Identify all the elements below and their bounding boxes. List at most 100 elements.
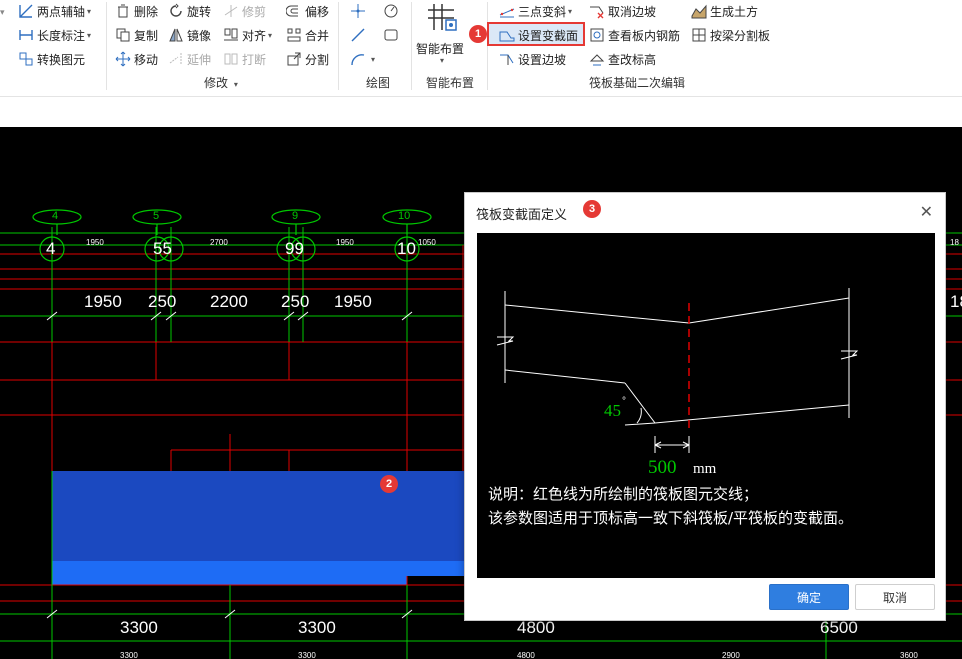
draw-rectangle-button[interactable]	[383, 25, 402, 45]
trim-button[interactable]: 修剪	[223, 1, 266, 21]
view-rebar-icon	[589, 27, 605, 43]
offset-icon	[286, 3, 302, 19]
dimension-text: 6500	[820, 618, 858, 637]
raft-slab-area	[52, 471, 467, 561]
cancel-slope-icon	[589, 3, 605, 19]
arc-icon	[350, 51, 366, 67]
smart-layout-label: 智能布置	[416, 42, 465, 56]
cancel-slope-button[interactable]: 取消边坡	[589, 1, 656, 21]
divider	[487, 2, 488, 90]
three-point-slope-button[interactable]: 三点变斜 ▾	[499, 1, 572, 21]
chevron-down-icon: ▾	[268, 30, 273, 40]
divider	[106, 2, 107, 90]
break-label: 打断	[242, 52, 267, 67]
dimension-text: 1050	[418, 238, 436, 247]
draw-line-button[interactable]	[350, 25, 369, 45]
draw-point-button[interactable]	[350, 1, 369, 21]
split-icon	[286, 51, 302, 67]
dimension-text: 3600	[900, 651, 918, 659]
set-slope-button[interactable]: 设置边坡	[499, 49, 566, 69]
dimension-text: 18	[950, 238, 959, 247]
divider	[338, 2, 339, 90]
modify-group-label: 修改 ▾	[204, 76, 238, 90]
rotate-button[interactable]: 旋转	[168, 1, 211, 21]
cancel-slope-label: 取消边坡	[608, 4, 657, 19]
dimension-text: 250	[281, 292, 310, 311]
draw-arc-button[interactable]: ▾	[350, 49, 375, 69]
offset-button[interactable]: 偏移	[286, 1, 329, 21]
delete-label: 删除	[134, 4, 159, 19]
copy-icon	[115, 27, 131, 43]
set-slope-label: 设置边坡	[518, 52, 567, 67]
smart-layout-button[interactable]: 智能布置 ▾	[416, 2, 470, 68]
close-icon[interactable]: ✕	[920, 202, 933, 221]
generate-earthwork-button[interactable]: 生成土方	[691, 1, 758, 21]
dimension-text: 1950	[334, 292, 372, 311]
convert-element-button[interactable]: 转换图元	[18, 49, 85, 69]
set-slope-icon	[499, 51, 515, 67]
check-elevation-button[interactable]: 查改标高	[589, 49, 656, 69]
dimension-text: 250	[148, 292, 177, 311]
extend-label: 延伸	[187, 52, 212, 67]
dimension-button[interactable]: 长度标注 ▾	[18, 25, 91, 45]
axis-label: 99	[285, 239, 304, 258]
parameter-diagram: 45 ° 500 mm 说明：红色线为所绘制的筏板图元交线； 该参数图适用于顶标…	[477, 233, 935, 578]
dimension-text: 18	[950, 292, 962, 311]
split-button[interactable]: 分割	[286, 49, 329, 69]
mirror-icon	[168, 27, 184, 43]
view-slab-rebar-button[interactable]: 查看板内钢筋	[589, 25, 680, 45]
axis-bubble-label: 4	[52, 210, 59, 222]
rotate-point-icon	[383, 3, 399, 19]
dimension-text: 3300	[298, 651, 316, 659]
ribbon-status-strip	[0, 96, 962, 126]
copy-button[interactable]: 复制	[115, 25, 158, 45]
dimension-text: 3300	[120, 651, 138, 659]
chevron-down-icon: ▾	[87, 6, 92, 16]
check-elevation-label: 查改标高	[608, 52, 657, 67]
set-variable-section-button[interactable]: 设置变截面	[499, 25, 578, 45]
trim-label: 修剪	[242, 4, 267, 19]
width-value: 500	[648, 457, 677, 478]
move-button[interactable]: 移动	[115, 49, 158, 69]
chevron-down-icon: ▾	[87, 30, 92, 40]
ok-button[interactable]: 确定	[769, 584, 849, 610]
dimension-label: 长度标注	[37, 28, 86, 43]
cancel-button[interactable]: 取消	[855, 584, 935, 610]
merge-button[interactable]: 合并	[286, 25, 329, 45]
note-line-2: 该参数图适用于顶标高一致下斜筏板/平筏板的变截面。	[488, 509, 854, 527]
break-icon	[223, 51, 239, 67]
step-badge-3: 3	[583, 200, 601, 218]
mirror-label: 镜像	[187, 28, 212, 43]
dimension-text: 3300	[298, 618, 336, 637]
split-by-beam-icon	[691, 27, 707, 43]
draw-rotate-point-button[interactable]	[383, 1, 402, 21]
degree-symbol: °	[622, 396, 626, 407]
dimension-text: 2200	[210, 292, 248, 311]
axis-bubble-label: 9	[292, 210, 299, 222]
delete-button[interactable]: 删除	[115, 1, 158, 21]
raft-slab-edge	[52, 561, 467, 585]
axis-two-point-icon	[18, 3, 34, 19]
dimension-text: 1950	[336, 238, 354, 247]
three-point-slope-label: 三点变斜	[518, 4, 567, 19]
two-point-axis-label: 两点辅轴	[37, 4, 86, 19]
rotate-icon	[168, 3, 184, 19]
extend-button[interactable]: 延伸	[168, 49, 211, 69]
raft-variable-section-dialog: 筏板变截面定义 3 ✕ 45 ° 500 mm 说明：红色线为所绘制的筏板图元交…	[464, 192, 946, 621]
extend-icon	[168, 51, 184, 67]
delete-icon	[115, 3, 131, 19]
mirror-button[interactable]: 镜像	[168, 25, 211, 45]
elevation-icon	[589, 51, 605, 67]
split-by-beam-button[interactable]: 按梁分割板	[691, 25, 770, 45]
offset-label: 偏移	[305, 4, 330, 19]
copy-label: 复制	[134, 28, 159, 43]
trim-icon	[223, 3, 239, 19]
three-point-slope-icon	[499, 3, 515, 19]
two-point-axis-button[interactable]: 两点辅轴 ▾	[18, 1, 91, 21]
draw-group-label: 绘图	[366, 76, 391, 90]
generate-earthwork-label: 生成土方	[710, 4, 759, 19]
align-button[interactable]: 对齐 ▾	[223, 25, 272, 45]
convert-element-label: 转换图元	[37, 52, 86, 67]
smart-layout-icon	[426, 2, 458, 34]
break-button[interactable]: 打断	[223, 49, 266, 69]
